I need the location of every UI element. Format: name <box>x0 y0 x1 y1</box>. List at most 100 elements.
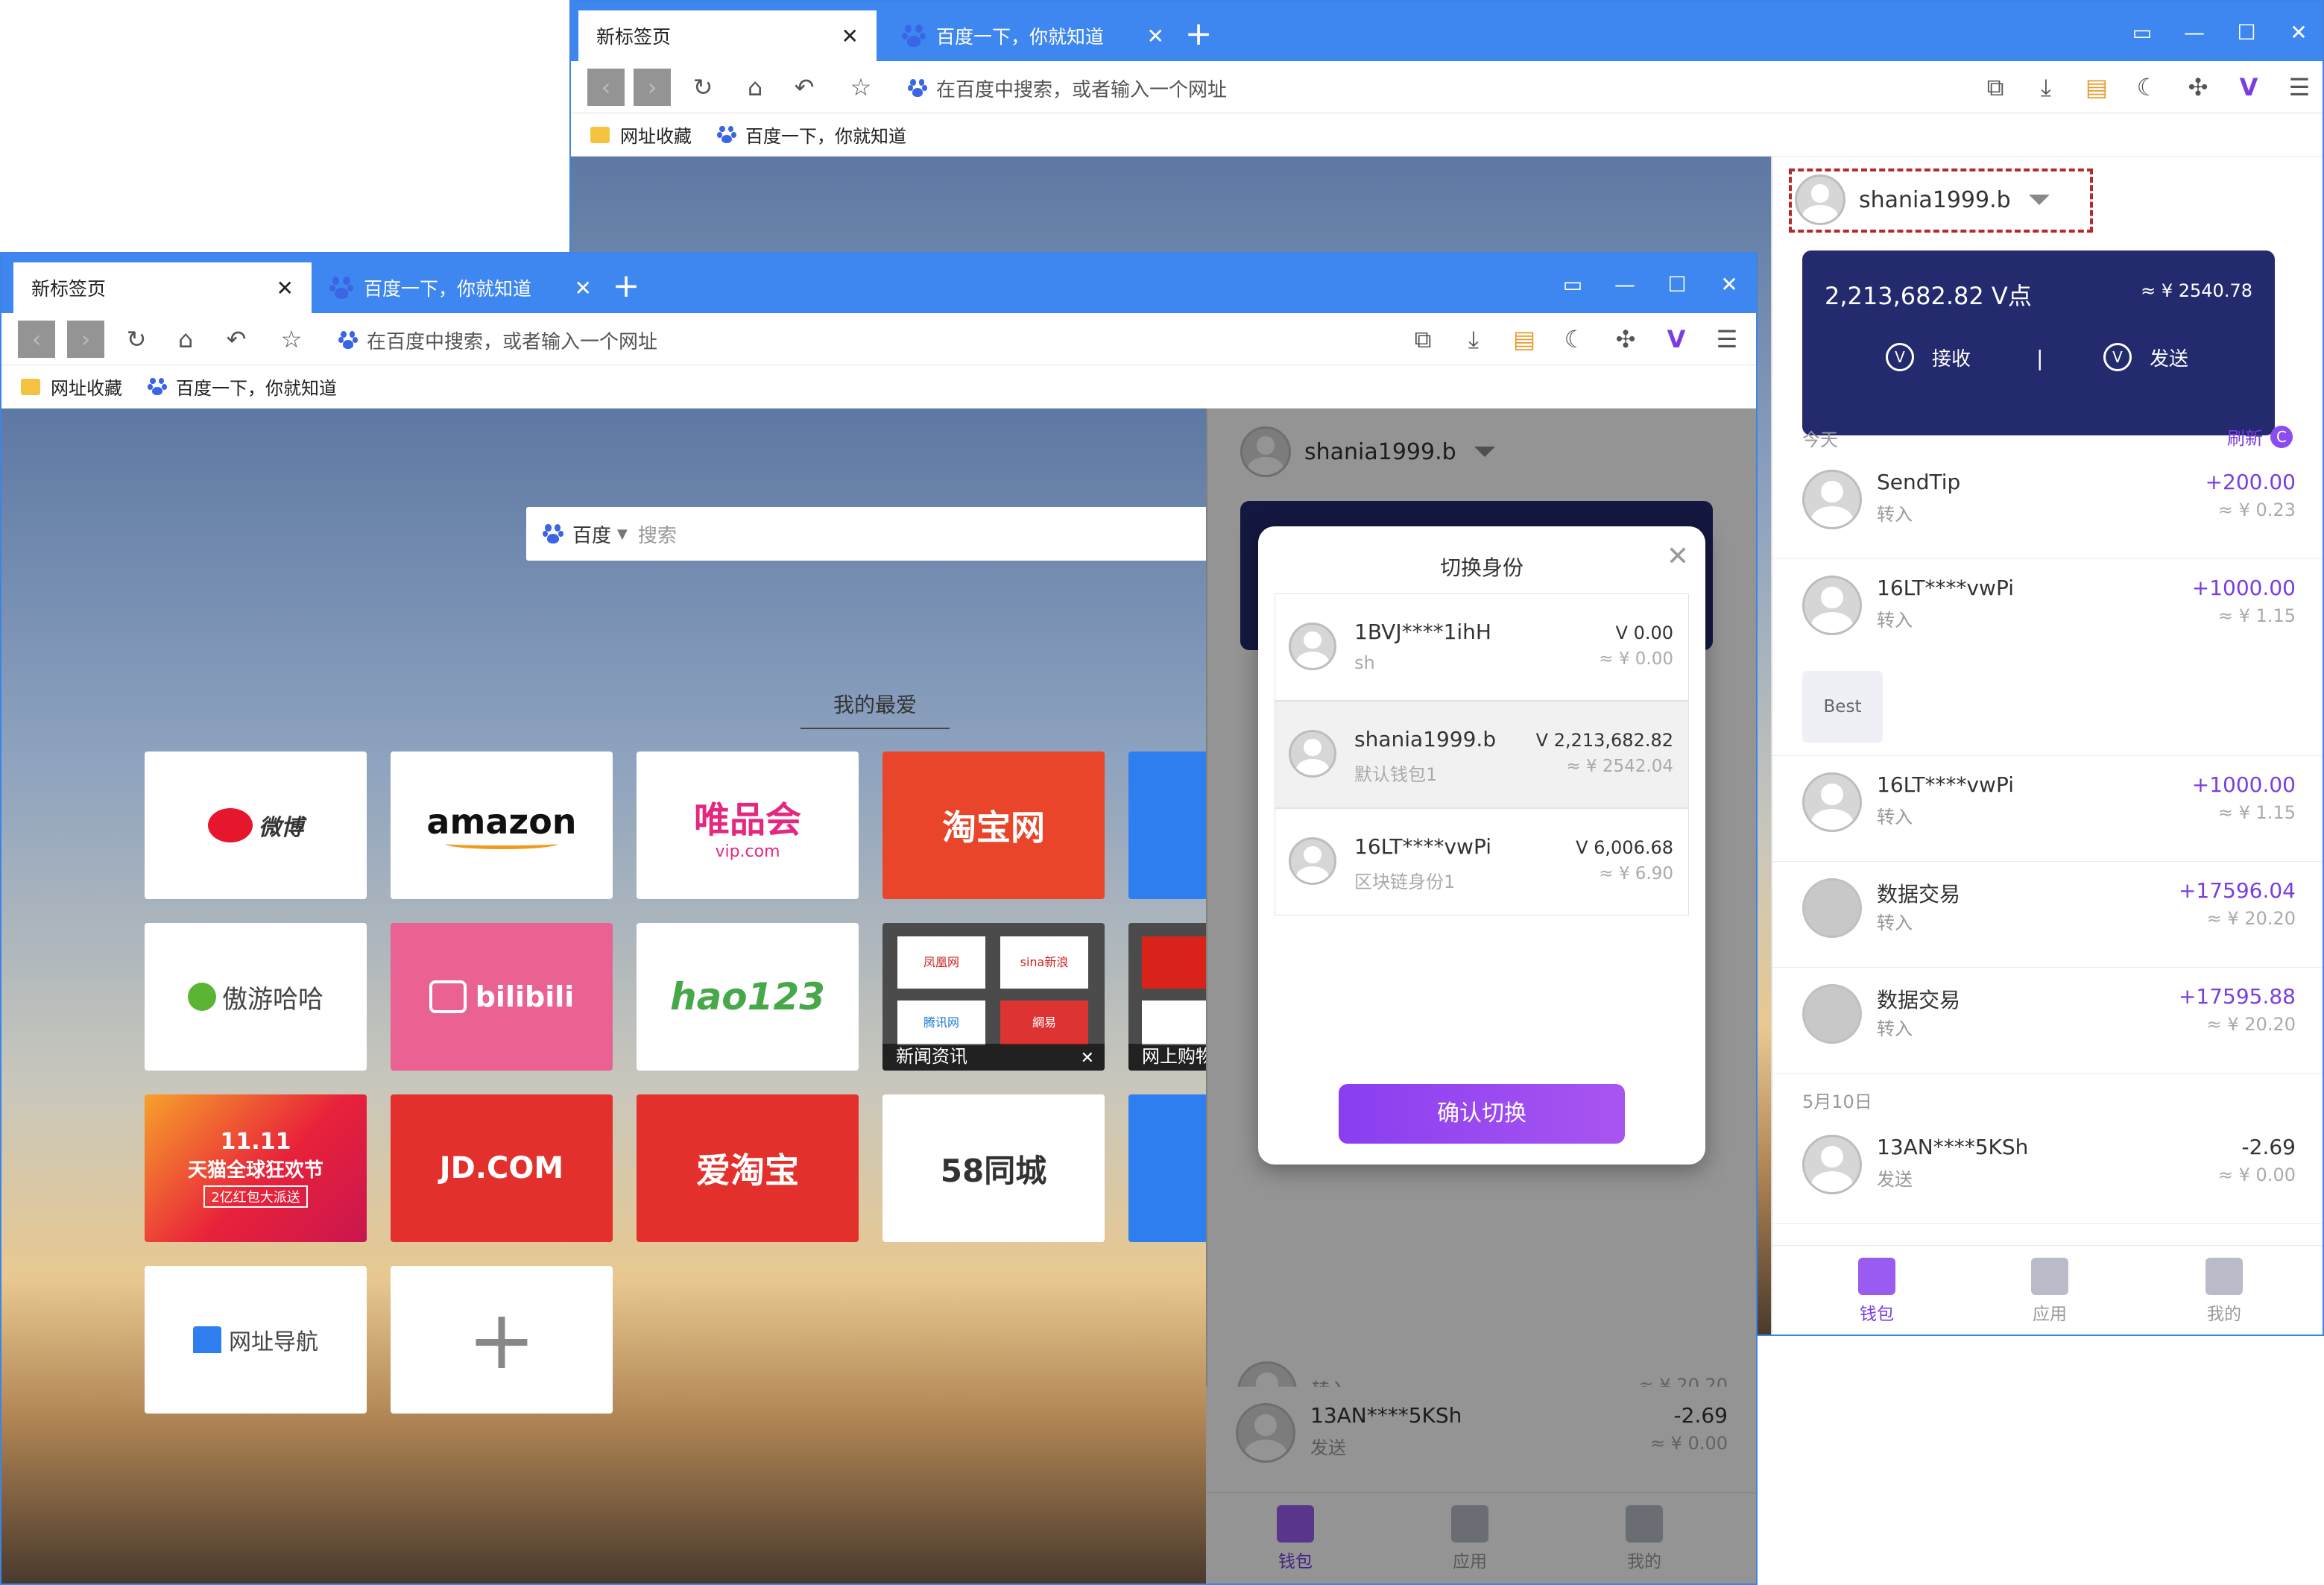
bookmark-folder[interactable]: 网址收藏 <box>590 122 692 148</box>
close-window-button[interactable]: ✕ <box>1708 264 1750 306</box>
notes-icon[interactable]: ▤ <box>2078 69 2115 106</box>
transaction-row[interactable]: 数据交易 转入 +17596.04 ≈ ¥ 20.20 <box>1772 862 2323 968</box>
confirm-switch-button[interactable]: 确认切换 <box>1339 1084 1625 1144</box>
night-mode-icon[interactable]: ☾ <box>1556 321 1594 358</box>
refresh-button[interactable]: 刷新 C <box>2227 423 2293 450</box>
search-box[interactable]: 百度 ▼ 搜索 <box>526 507 1212 561</box>
transaction-row[interactable]: SendTip 转入 +200.00 ≈ ¥ 0.23 <box>1772 453 2323 559</box>
new-tab-button[interactable]: + <box>604 264 648 309</box>
home-icon[interactable]: ⌂ <box>736 69 774 106</box>
add-tile-button[interactable]: + <box>391 1266 613 1414</box>
new-tab-button[interactable]: + <box>1176 12 1221 57</box>
close-icon[interactable]: ✕ <box>1147 24 1164 48</box>
night-mode-icon[interactable]: ☾ <box>2129 69 2166 106</box>
bookmark-folder[interactable]: 网址收藏 <box>21 374 122 400</box>
sidebar-toggle-icon[interactable]: ▭ <box>1552 264 1594 306</box>
transaction-row[interactable]: 13AN****5KSh 发送 -2.69 ≈ ¥ 0.00 <box>1772 1118 2323 1224</box>
search-engine[interactable]: 百度 <box>572 520 611 548</box>
close-icon[interactable]: ✕ <box>841 24 859 48</box>
identity-sub: 默认钱包1 <box>1354 764 1438 785</box>
bookmark-baidu[interactable]: 百度一下，你就知道 <box>717 122 906 148</box>
screenshot-icon[interactable]: ⧉ <box>1404 321 1442 358</box>
chevron-down-icon <box>2028 195 2050 205</box>
reload-icon[interactable]: ↻ <box>118 321 155 358</box>
maximize-button[interactable]: ☐ <box>1656 264 1698 306</box>
receive-button[interactable]: V 接收 <box>1886 343 1971 371</box>
send-button[interactable]: V 发送 <box>2103 343 2188 371</box>
tile-58tongcheng[interactable]: 58同城 <box>882 1094 1105 1242</box>
notes-icon[interactable]: ▤ <box>1506 321 1543 358</box>
minimize-button[interactable]: — <box>1604 264 1646 306</box>
tile-label: hao123 <box>669 975 826 1018</box>
close-icon[interactable]: ✕ <box>277 276 294 300</box>
minimize-button[interactable]: — <box>2173 12 2215 54</box>
tab-baidu[interactable]: 百度一下，你就知道 ✕ <box>312 262 610 313</box>
nav-apps[interactable]: 应用 <box>1990 1258 2109 1325</box>
undo-icon[interactable]: ↶ <box>218 321 255 358</box>
balance-amount: 2,213,682.82 V点 <box>1825 282 2032 310</box>
star-icon[interactable]: ☆ <box>842 69 880 106</box>
tab-new-tab[interactable]: 新标签页 ✕ <box>13 262 312 313</box>
transaction-row[interactable]: 16LT****vwPi 转入 +1000.00 ≈ ¥ 1.15 Best <box>1772 559 2323 756</box>
extensions-icon[interactable]: ✣ <box>1607 321 1644 358</box>
tile-aitaobao[interactable]: 爱淘宝 <box>637 1094 859 1242</box>
forward-icon[interactable]: › <box>634 69 671 106</box>
tab-bar: 新标签页 ✕ 百度一下，你就知道 ✕ + ▭ — ☐ ✕ <box>1 253 1756 313</box>
tile-partial-blue[interactable] <box>1128 1094 1206 1242</box>
sidebar-toggle-icon[interactable]: ▭ <box>2121 12 2163 54</box>
address-bar[interactable]: 在百度中搜索，或者输入一个网址 <box>338 324 1196 356</box>
tile-news[interactable]: 凤凰网 sina新浪 腾讯网 網易 新闻资讯 ✕ <box>882 923 1105 1071</box>
nav-me[interactable]: 我的 <box>2164 1258 2284 1325</box>
star-icon[interactable]: ☆ <box>273 321 310 358</box>
transaction-row[interactable]: 16LT****vwPi 转入 +1000.00 ≈ ¥ 1.15 <box>1772 756 2323 862</box>
tile-tmall[interactable]: 11.11 天猫全球狂欢节 2亿红包大派送 <box>145 1094 367 1242</box>
tile-hao123[interactable]: hao123 <box>637 923 859 1071</box>
tab-new-tab[interactable]: 新标签页 ✕ <box>578 10 877 61</box>
tab-label: 百度一下，你就知道 <box>936 26 1105 48</box>
identity-item[interactable]: 16LT****vwPi 区块链身份1 V 6,006.68 ≈ ¥ 6.90 <box>1275 808 1689 916</box>
home-icon[interactable]: ⌂ <box>167 321 204 358</box>
favorites-title: 我的最爱 <box>801 689 950 729</box>
tile-aoyou[interactable]: 傲游哈哈 <box>145 923 367 1071</box>
address-bar[interactable]: 在百度中搜索，或者输入一个网址 <box>908 72 1765 104</box>
tile-daohang[interactable]: 网址导航 <box>145 1266 367 1414</box>
back-icon[interactable]: ‹ <box>587 69 625 106</box>
download-icon[interactable]: ⤓ <box>2027 69 2065 106</box>
tile-jd[interactable]: JD.COM <box>391 1094 613 1242</box>
menu-icon[interactable]: ☰ <box>1708 321 1746 358</box>
identity-balance: V 6,006.68 <box>1576 837 1673 858</box>
reload-icon[interactable]: ↻ <box>684 69 721 106</box>
identity-sub: 区块链身份1 <box>1354 872 1456 892</box>
tile-taobao[interactable]: 淘宝网 <box>882 751 1105 899</box>
bottom-nav: 钱包 应用 我的 <box>1772 1245 2323 1335</box>
maximize-button[interactable]: ☐ <box>2226 12 2267 54</box>
account-switcher[interactable]: shania1999.b <box>1795 174 2050 225</box>
forward-icon[interactable]: › <box>67 321 104 358</box>
tab-baidu[interactable]: 百度一下，你就知道 ✕ <box>884 10 1182 61</box>
nav-wallet[interactable]: 钱包 <box>1817 1258 1936 1325</box>
tile-shop[interactable]: 网上购物 <box>1128 923 1206 1071</box>
extensions-icon[interactable]: ✣ <box>2179 69 2217 106</box>
vpoint-wallet-icon[interactable]: V <box>1658 321 1695 358</box>
tile-partial-blue[interactable] <box>1128 751 1206 899</box>
tile-bilibili[interactable]: bilibili <box>391 923 613 1071</box>
tile-amazon[interactable]: amazon <box>391 751 613 899</box>
back-icon[interactable]: ‹ <box>18 321 55 358</box>
close-icon[interactable]: ✕ <box>1081 1049 1094 1068</box>
identity-item[interactable]: 1BVJ****1ihH sh V 0.00 ≈ ¥ 0.00 <box>1275 593 1689 701</box>
menu-icon[interactable]: ☰ <box>2281 69 2318 106</box>
undo-icon[interactable]: ↶ <box>786 69 823 106</box>
download-icon[interactable]: ⤓ <box>1455 321 1492 358</box>
tile-label: 爱淘宝 <box>696 1150 799 1191</box>
transaction-row[interactable]: 数据交易 转入 +17595.88 ≈ ¥ 20.20 <box>1772 968 2323 1074</box>
tile-weibo[interactable]: 微博 <box>145 751 367 899</box>
tile-vip[interactable]: 唯品会 vip.com <box>637 751 859 899</box>
identity-item-selected[interactable]: shania1999.b 默认钱包1 V 2,213,682.82 ≈ ¥ 25… <box>1275 701 1689 808</box>
close-icon[interactable]: ✕ <box>1667 541 1689 572</box>
bookmark-baidu[interactable]: 百度一下，你就知道 <box>148 374 337 400</box>
screenshot-icon[interactable]: ⧉ <box>1977 69 2014 106</box>
vpoint-wallet-icon[interactable]: V <box>2230 69 2267 106</box>
close-icon[interactable]: ✕ <box>575 276 592 300</box>
tab-bar: 新标签页 ✕ 百度一下，你就知道 ✕ + ▭ — ☐ ✕ <box>571 1 2323 61</box>
close-window-button[interactable]: ✕ <box>2278 12 2320 54</box>
